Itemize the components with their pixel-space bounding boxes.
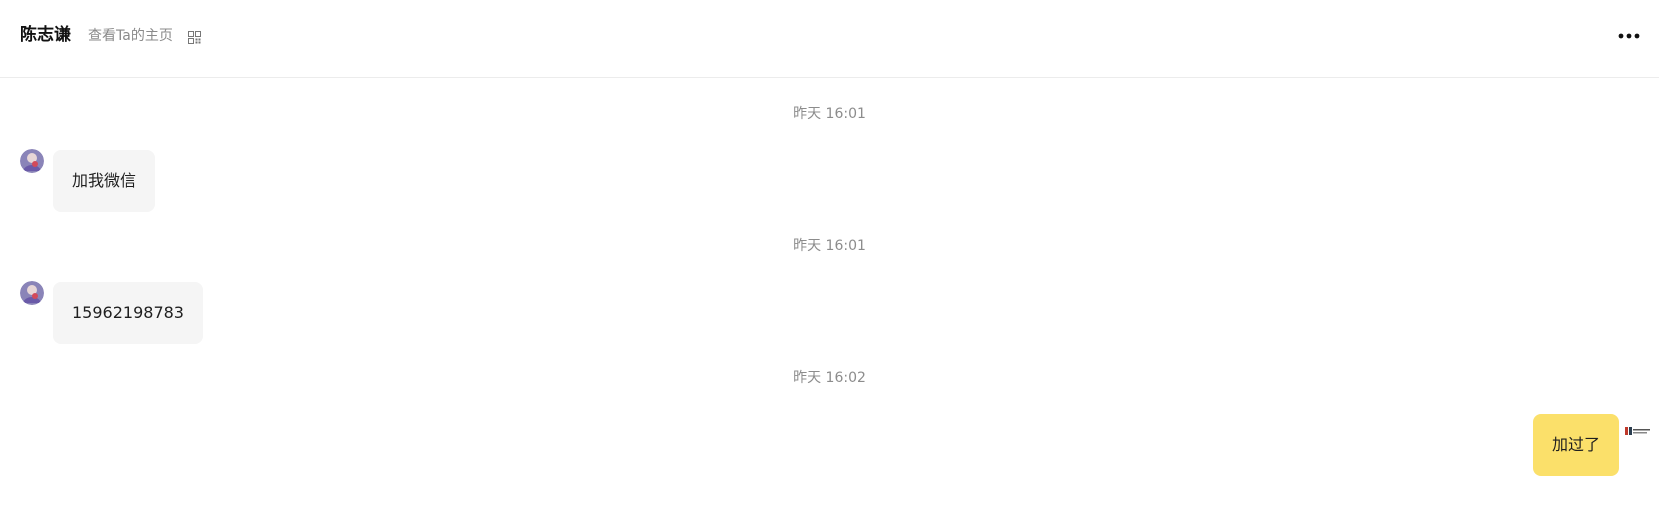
message-bubble-incoming[interactable]: 加我微信 — [53, 150, 156, 212]
contact-avatar[interactable] — [20, 281, 44, 305]
message-timestamp: 昨天 16:01 — [793, 106, 866, 122]
contact-name: 陈志谦 — [20, 25, 71, 45]
message-timestamp: 昨天 16:01 — [793, 238, 866, 254]
message-bubble-outgoing[interactable]: 加过了 — [1532, 414, 1619, 476]
view-profile-link[interactable]: 查看Ta的主页 — [88, 26, 173, 46]
contact-avatar[interactable] — [20, 149, 44, 173]
more-horizontal-icon[interactable] — [1617, 28, 1641, 42]
message-timestamp: 昨天 16:02 — [793, 370, 866, 386]
self-avatar-logo-icon[interactable] — [1625, 421, 1651, 435]
chat-header: 陈志谦 查看Ta的主页 — [0, 0, 1659, 78]
qr-code-icon[interactable] — [188, 29, 201, 44]
message-bubble-incoming[interactable]: 15962198783 — [53, 282, 203, 344]
